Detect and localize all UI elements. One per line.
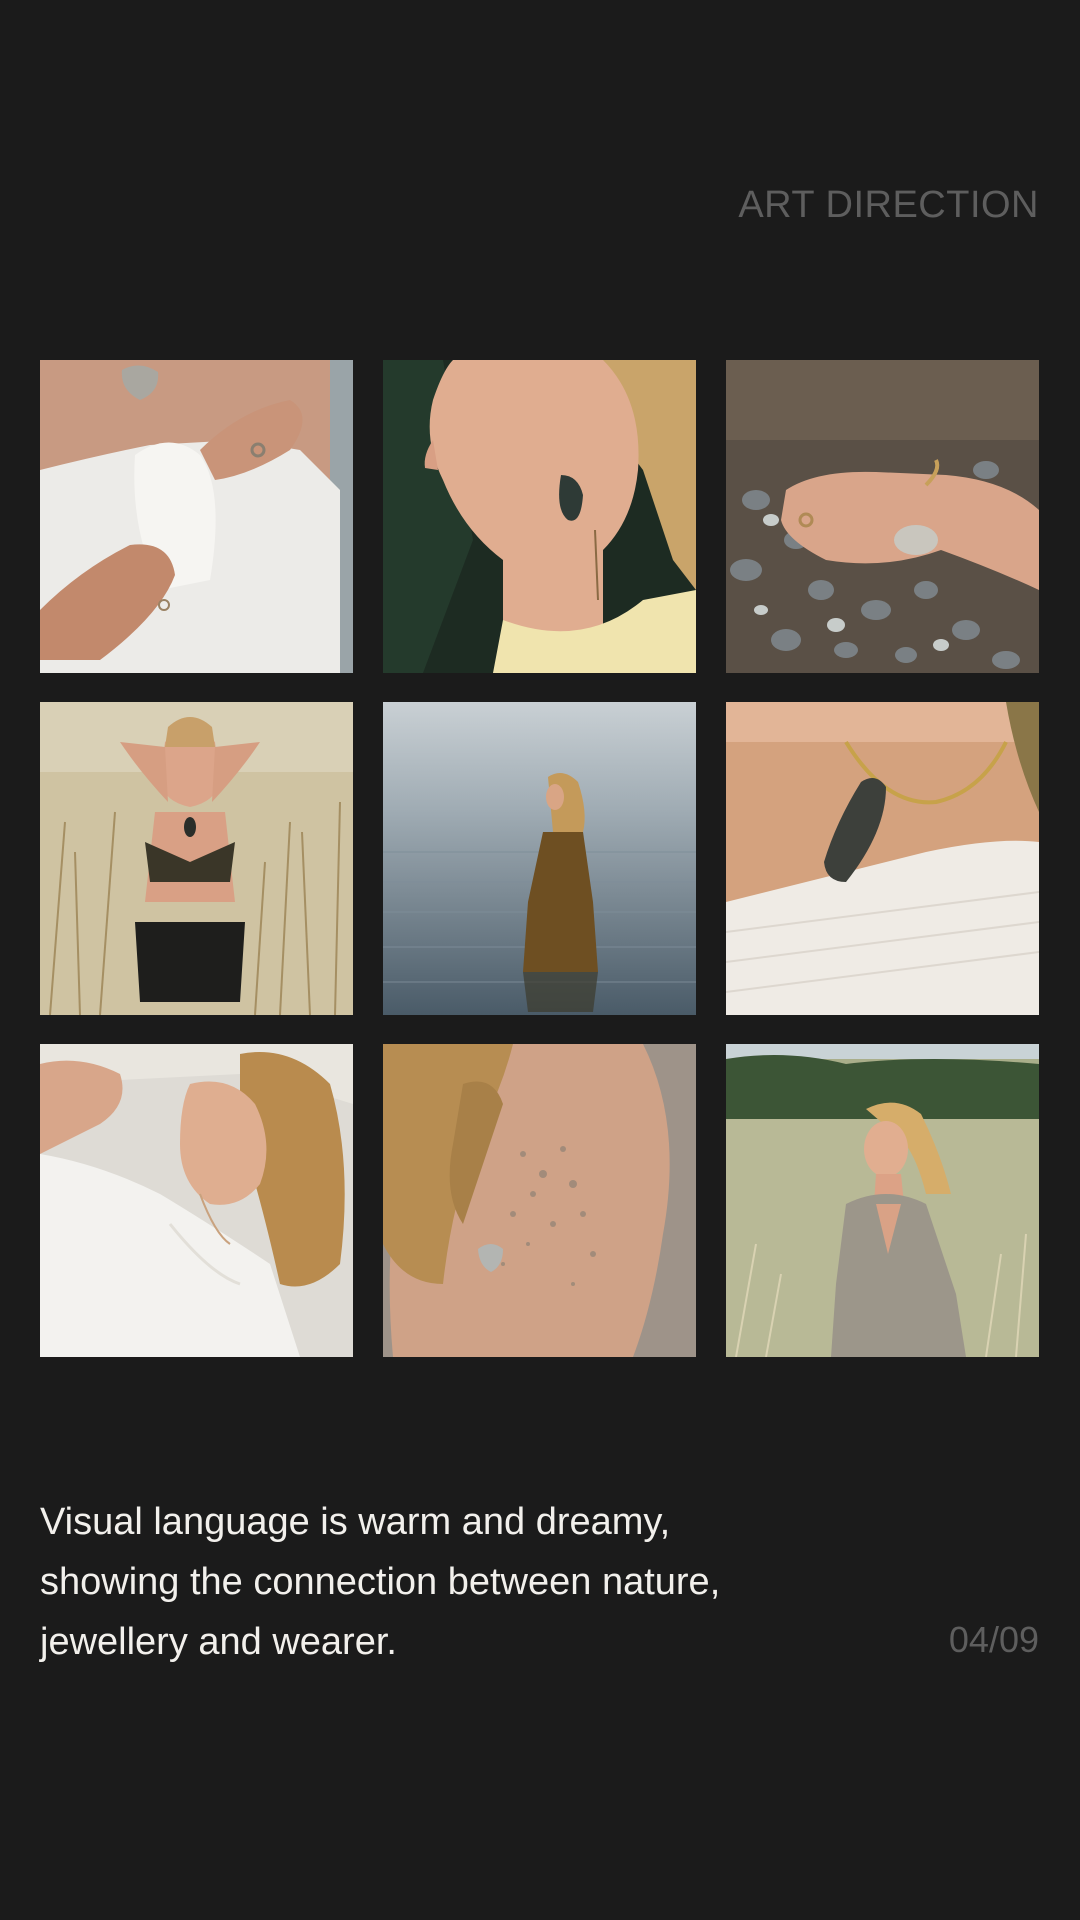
photo-tile-1[interactable] xyxy=(40,360,353,673)
photo-tile-9[interactable] xyxy=(726,1044,1039,1357)
photo-tile-3[interactable] xyxy=(726,360,1039,673)
photo-grid xyxy=(40,360,1039,1357)
photo-profile-earring-icon xyxy=(383,360,696,673)
photo-woman-lying-icon xyxy=(40,1044,353,1357)
photo-tile-2[interactable] xyxy=(383,360,696,673)
photo-torso-stone-pendant-icon xyxy=(40,360,353,673)
section-title: ART DIRECTION xyxy=(738,184,1039,226)
photo-woman-in-meadow-icon xyxy=(726,1044,1039,1357)
page-counter: 04/09 xyxy=(948,1619,1039,1660)
photo-woman-in-water-icon xyxy=(383,702,696,1015)
photo-back-stone-pendant-icon xyxy=(383,1044,696,1357)
photo-tile-4[interactable] xyxy=(40,702,353,1015)
photo-neck-stone-collar-icon xyxy=(726,702,1039,1015)
photo-tile-5[interactable] xyxy=(383,702,696,1015)
caption-text: Visual language is warm and dreamy, show… xyxy=(40,1501,721,1663)
photo-hand-pebbles-bracelet-icon xyxy=(726,360,1039,673)
photo-tile-8[interactable] xyxy=(383,1044,696,1357)
photo-tile-6[interactable] xyxy=(726,702,1039,1015)
photo-woman-in-grass-icon xyxy=(40,702,353,1015)
photo-tile-7[interactable] xyxy=(40,1044,353,1357)
